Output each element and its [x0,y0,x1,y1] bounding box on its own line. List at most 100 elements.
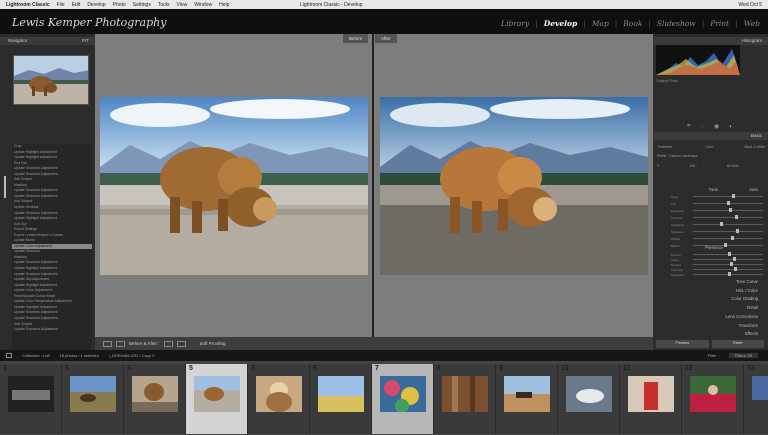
filmstrip-thumbnail[interactable] [70,376,116,412]
module-print[interactable]: Print [710,19,729,28]
reset-button[interactable]: Reset [711,340,764,348]
slider-track[interactable] [693,267,763,271]
loupe-view-icon[interactable] [103,340,112,347]
module-develop[interactable]: Develop [544,19,578,28]
module-slideshow[interactable]: Slideshow [657,19,696,28]
filmstrip-cell[interactable]: 9 [496,364,558,434]
slider-knob[interactable] [735,215,738,219]
filmstrip-thumbnail[interactable] [752,376,768,412]
filmstrip-thumbnail[interactable] [628,376,674,412]
histogram[interactable] [656,45,740,75]
slider-contrast[interactable]: Contrast [671,215,763,220]
slider-knob[interactable] [733,267,737,271]
navigator-zoom[interactable]: FIT [82,37,89,45]
slider-track[interactable] [693,272,763,276]
filmstrip-thumbnail[interactable] [256,376,302,412]
slider-knob[interactable] [723,243,727,247]
module-map[interactable]: Map [592,19,609,28]
section-color-grading[interactable]: Color Grading [731,296,758,301]
section-effects[interactable]: Effects [745,331,758,336]
filmstrip-thumbnail[interactable] [442,376,488,412]
menu-settings[interactable]: Settings [133,2,151,8]
slider-knob[interactable] [730,236,734,240]
after-photo[interactable] [380,97,648,275]
eyedropper-icon[interactable]: ✎ [657,164,660,168]
section-tone-curve[interactable]: Tone Curve [736,279,758,284]
slider-temp[interactable]: Temp [671,194,763,199]
filmstrip-thumbnail[interactable] [318,376,364,412]
filmstrip-cell[interactable]: 4 [124,364,186,434]
slider-track[interactable] [693,257,763,261]
filmstrip-cell[interactable]: 11 [620,364,682,434]
slider-shadows[interactable]: Shadows [671,229,763,234]
swap-icon[interactable] [163,340,173,347]
before-photo[interactable] [100,97,368,275]
filmstrip-cell[interactable]: 5 [248,364,310,434]
filmstrip-cell[interactable]: 10 [558,364,620,434]
filmstrip-thumbnail[interactable] [8,376,54,412]
crop-icon[interactable]: ⌗ [687,123,690,130]
section-transform[interactable]: Transform [739,323,758,328]
before-after-view-icon[interactable] [116,340,125,347]
basic-header[interactable]: Basic [653,132,768,140]
profile-select[interactable]: Profile : Camera Landscape [657,154,698,158]
previous-button[interactable]: Previous [656,340,709,348]
soft-proofing-toggle[interactable]: Soft Proofing [200,341,226,346]
wb-select[interactable]: As Shot [727,164,739,168]
menu-photo[interactable]: Photo [113,2,126,8]
filmstrip-cell[interactable]: 1 [0,364,62,434]
slider-knob[interactable] [732,257,736,261]
red-eye-icon[interactable]: ◉ [714,123,719,130]
slider-exposure[interactable]: Exposure [671,208,763,213]
slider-highlights[interactable]: Highlights [671,222,763,227]
slider-track[interactable] [693,236,763,240]
slider-knob[interactable] [726,201,730,205]
filmstrip-cell[interactable]: 12 [682,364,744,434]
filmstrip-thumbnail[interactable] [566,376,612,412]
filmstrip-cell[interactable]: 13 [744,364,768,434]
filmstrip-cell[interactable]: 7 [372,364,434,434]
slider-track[interactable] [693,229,763,233]
grid-icon[interactable] [6,353,12,358]
panel-collapse-handle[interactable] [4,176,6,198]
treatment-color[interactable]: Color [705,145,713,149]
menu-app[interactable]: Lightroom Classic [6,2,50,8]
history-item[interactable]: Update Exposure Adjustment [12,327,92,333]
filmstrip-thumbnail[interactable] [690,376,736,412]
before-after-label[interactable]: Before & After : [129,341,160,346]
slider-track[interactable] [693,243,763,247]
filmstrip-cell[interactable]: 6 [310,364,372,434]
slider-track[interactable] [693,262,763,266]
auto-tone-button[interactable]: Auto [749,187,758,192]
slider-track[interactable] [693,252,763,256]
menu-view[interactable]: View [177,2,188,8]
slider-knob[interactable] [719,222,723,226]
slider-knob[interactable] [728,272,731,276]
slider-tint[interactable]: Tint [671,201,763,206]
filmstrip-cell[interactable]: 5 [186,364,248,434]
slider-knob[interactable] [736,229,740,233]
menu-tools[interactable]: Tools [158,2,170,8]
filmstrip-thumbnail[interactable] [504,376,550,412]
module-book[interactable]: Book [623,19,642,28]
navigator-preview[interactable] [13,55,89,105]
slider-knob[interactable] [731,194,735,198]
menu-help[interactable]: Help [219,2,229,8]
menu-file[interactable]: File [57,2,65,8]
section-lens-corrections[interactable]: Lens Corrections [726,314,758,319]
navigator-header[interactable]: Navigator FIT [0,37,95,45]
slider-track[interactable] [693,201,763,205]
filmstrip-cell[interactable]: 8 [434,364,496,434]
menu-edit[interactable]: Edit [72,2,81,8]
collection-label[interactable]: Collection : Loft [22,353,50,358]
section-hsl-color[interactable]: HSL / Color [736,288,758,293]
slider-saturation[interactable]: Saturation [671,272,763,277]
section-detail[interactable]: Detail [747,305,758,310]
slider-knob[interactable] [729,208,733,212]
treatment-bw[interactable]: Black & White [744,145,765,149]
heal-icon[interactable]: ◌ [700,124,704,130]
slider-whites[interactable]: Whites [671,236,763,241]
filmstrip-thumbnail[interactable] [194,376,240,412]
mask-icon[interactable]: ◐ [729,124,733,130]
menu-window[interactable]: Window [194,2,212,8]
